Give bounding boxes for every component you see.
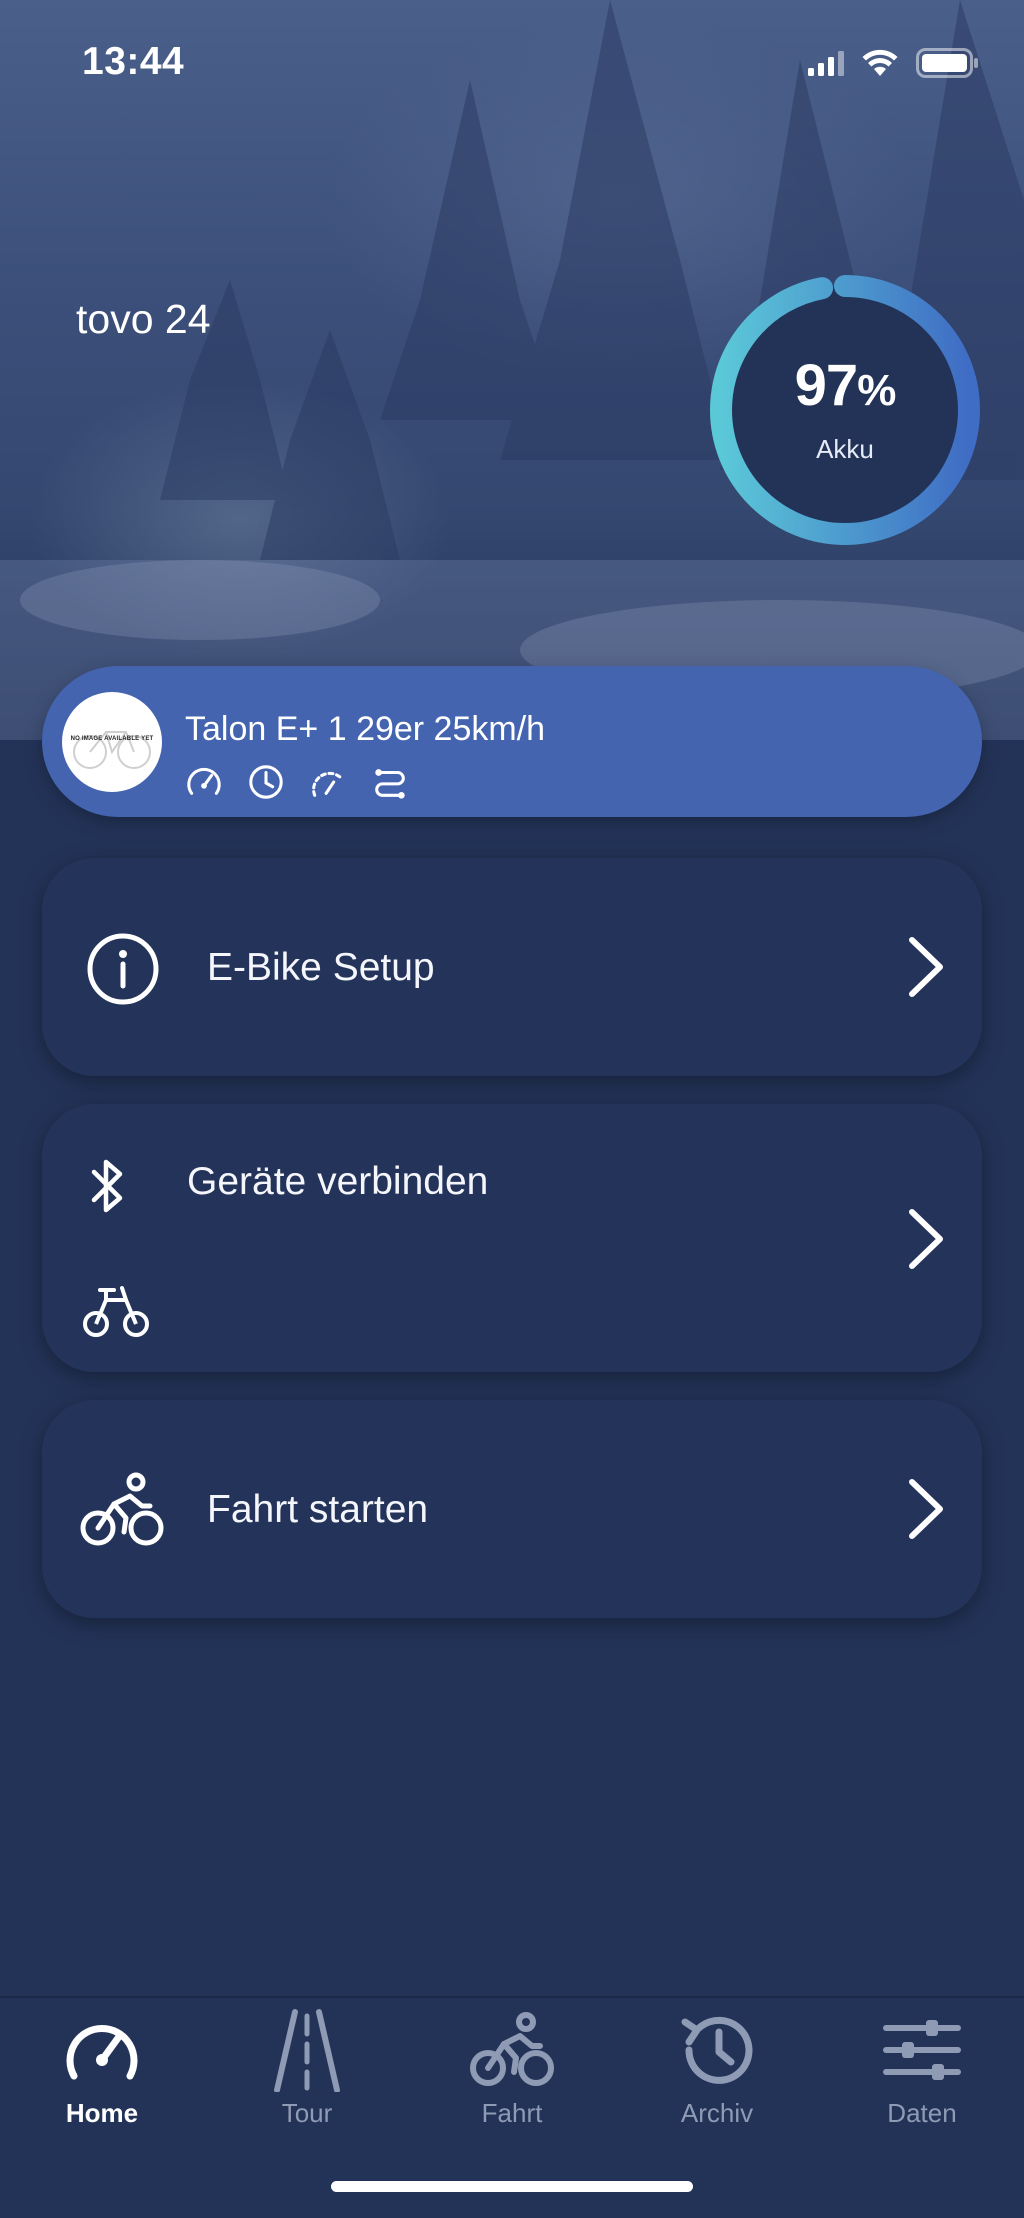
bike-name: Talon E+ 1 29er 25km/h xyxy=(185,710,546,748)
history-icon xyxy=(681,2016,753,2084)
chevron-right-icon xyxy=(909,1479,943,1539)
bike-title: tovo 24 xyxy=(76,296,211,342)
cellular-signal-icon xyxy=(808,51,844,76)
bike-icon xyxy=(83,1286,149,1337)
tab-tour[interactable]: Tour xyxy=(205,1998,409,2138)
battery-percent: 97% xyxy=(794,353,897,418)
status-icons xyxy=(808,48,980,78)
speedometer-icon xyxy=(187,767,221,795)
no-image-text: NO IMAGE AVAILABLE YET xyxy=(70,736,154,742)
tab-home-label: Home xyxy=(65,2098,139,2128)
sliders-icon xyxy=(883,2020,961,2080)
tab-fahrt-label: Fahrt xyxy=(481,2098,543,2128)
start-ride-card[interactable]: Fahrt starten xyxy=(42,1400,982,1618)
bluetooth-icon xyxy=(91,1159,123,1213)
speedometer-icon xyxy=(66,2025,138,2080)
chevron-right-icon xyxy=(909,937,943,997)
tab-home[interactable]: Home xyxy=(0,1998,204,2138)
tab-archiv-label: Archiv xyxy=(680,2098,754,2128)
tab-tour-label: Tour xyxy=(281,2098,333,2128)
route-icon xyxy=(375,769,405,799)
home-indicator xyxy=(331,2181,693,2192)
bike-image: NO IMAGE AVAILABLE YET xyxy=(62,692,162,792)
start-ride-label: Fahrt starten xyxy=(207,1488,429,1531)
bike-metric-icons xyxy=(185,763,409,801)
tab-archiv[interactable]: Archiv xyxy=(615,1998,819,2138)
bike-placeholder-icon xyxy=(73,731,151,769)
wifi-icon xyxy=(862,49,898,76)
chevron-right-icon xyxy=(909,1209,943,1269)
ebike-setup-card[interactable]: E-Bike Setup xyxy=(42,858,982,1076)
road-icon xyxy=(274,2009,340,2092)
battery-icon xyxy=(916,48,978,78)
bike-selector[interactable]: NO IMAGE AVAILABLE YET Talon E+ 1 29er 2… xyxy=(42,666,982,817)
battery-gauge: 97% Akku xyxy=(705,270,985,550)
info-icon xyxy=(87,933,159,1005)
clock-icon xyxy=(249,765,283,799)
ebike-setup-label: E-Bike Setup xyxy=(207,946,435,989)
battery-label: Akku xyxy=(816,434,874,464)
connect-devices-card[interactable]: Geräte verbinden xyxy=(42,1104,982,1372)
gauge-icon xyxy=(312,771,343,797)
tab-daten[interactable]: Daten xyxy=(820,1998,1024,2138)
status-time: 13:44 xyxy=(82,40,185,83)
cyclist-icon xyxy=(470,2012,554,2086)
tab-daten-label: Daten xyxy=(887,2098,957,2128)
status-bar: 13:44 xyxy=(0,0,1024,130)
tab-fahrt[interactable]: Fahrt xyxy=(410,1998,614,2138)
connect-devices-label: Geräte verbinden xyxy=(187,1160,489,1203)
cyclist-icon xyxy=(80,1472,164,1546)
